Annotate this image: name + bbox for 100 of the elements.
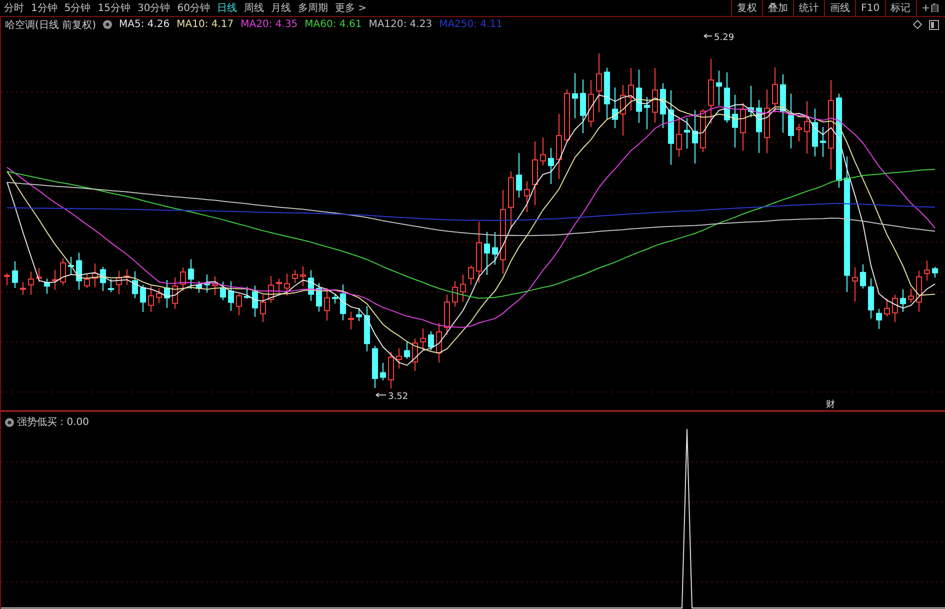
candlestick [716, 70, 722, 106]
period-tab[interactable]: 5分钟 [64, 1, 91, 15]
candlestick [676, 118, 682, 158]
candlestick [516, 152, 522, 198]
candlestick [372, 345, 378, 388]
candlestick [164, 279, 170, 308]
candlestick [156, 288, 162, 304]
candlestick [548, 148, 554, 185]
toolbar-button[interactable]: 统计 [793, 0, 824, 16]
period-tab[interactable]: 月线 [270, 1, 291, 15]
candlestick [452, 280, 458, 308]
candlestick [708, 58, 714, 124]
candlestick [20, 282, 26, 296]
candlestick [236, 293, 242, 316]
high-price-label: 5.29 [714, 33, 734, 43]
period-tab[interactable]: 周线 [244, 1, 264, 15]
candlestick [340, 284, 346, 321]
candlestick [756, 99, 762, 154]
candlestick [252, 285, 258, 318]
toolbar-button[interactable]: 标记 [884, 0, 916, 16]
candlestick [196, 280, 202, 294]
candlestick [388, 351, 394, 389]
candlestick [412, 338, 418, 372]
indicator-label: 强势低买 : 0.00 [17, 416, 89, 429]
candlestick [228, 280, 234, 312]
candlestick [268, 276, 274, 304]
candlestick [324, 287, 330, 322]
chart-title: 哈空调(日线 前复权) [5, 18, 96, 32]
candlestick [348, 311, 354, 330]
toolbar-button[interactable]: 画线 [824, 0, 856, 16]
candlestick [260, 294, 266, 323]
candlestick [404, 342, 410, 360]
candlestick [316, 282, 322, 312]
candlestick [60, 258, 66, 286]
period-tab[interactable]: 多周期 [298, 1, 328, 15]
candlestick [204, 274, 210, 293]
period-tab[interactable]: 分时 [4, 1, 24, 15]
candlestick [108, 278, 114, 293]
toolbar-button[interactable]: 叠加 [762, 0, 794, 16]
period-tab[interactable]: 1分钟 [31, 1, 58, 15]
ma-legend-label: MA5: 4.26 [118, 19, 170, 30]
candlestick [820, 126, 826, 158]
candlestick [612, 87, 618, 129]
candlestick [916, 270, 922, 312]
leader-line [704, 34, 712, 38]
candlestick [276, 278, 282, 294]
candlestick [604, 67, 610, 120]
event-marker[interactable]: 财 [826, 400, 835, 410]
diamond-icon[interactable] [913, 20, 922, 29]
candlestick [124, 268, 130, 286]
candlestick [220, 281, 226, 301]
candlestick [508, 170, 514, 230]
candlestick [660, 82, 666, 129]
period-tab[interactable]: 15分钟 [98, 1, 130, 15]
period-tab[interactable]: 日线 [216, 1, 237, 15]
candlestick [52, 269, 58, 291]
candlestick [76, 252, 82, 290]
candlestick [444, 294, 450, 336]
settings-icon[interactable] [102, 20, 112, 29]
toolbar-button[interactable]: F10 [855, 0, 885, 16]
candlestick [628, 68, 634, 111]
panel-icon[interactable] [929, 20, 939, 30]
candlestick [356, 307, 362, 322]
candlestick [892, 294, 898, 323]
period-tab[interactable]: 60分钟 [177, 1, 210, 15]
candlestick [764, 89, 770, 154]
candlestick [92, 263, 98, 288]
candlestick [684, 118, 690, 150]
candlestick [692, 110, 698, 164]
candlestick [652, 68, 658, 124]
candlestick [284, 273, 290, 296]
period-tab[interactable]: 更多 > [334, 1, 367, 15]
candlestick [748, 85, 754, 118]
low-price-label: 3.52 [388, 392, 408, 402]
leader-line [376, 392, 386, 398]
candlestick [772, 66, 778, 113]
period-tab[interactable]: 30分钟 [137, 1, 170, 15]
candlestick [884, 298, 890, 317]
candlestick [796, 123, 802, 142]
candlestick [524, 180, 530, 213]
candlestick [68, 256, 74, 276]
settings-icon[interactable] [5, 418, 14, 426]
ma-legend-label: MA250: 4.11 [439, 19, 502, 30]
candlestick [732, 94, 738, 148]
candlestick [908, 288, 914, 304]
toolbar-button[interactable]: 复权 [731, 0, 762, 16]
candlestick [188, 258, 194, 290]
candlestick [700, 108, 706, 153]
candlestick [364, 306, 370, 352]
candlestick [620, 84, 626, 136]
candlestick [644, 96, 650, 130]
candlestick [588, 80, 594, 128]
toolbar-button[interactable]: +自 [916, 0, 945, 16]
candlestick [788, 93, 794, 149]
candlestick [436, 322, 442, 364]
ma-legend-label: MA20: 4.35 [240, 19, 298, 30]
candlestick [724, 72, 730, 124]
candlestick [132, 270, 138, 299]
candlestick [860, 264, 866, 290]
ma-legend-label: MA120: 4.23 [368, 19, 432, 30]
